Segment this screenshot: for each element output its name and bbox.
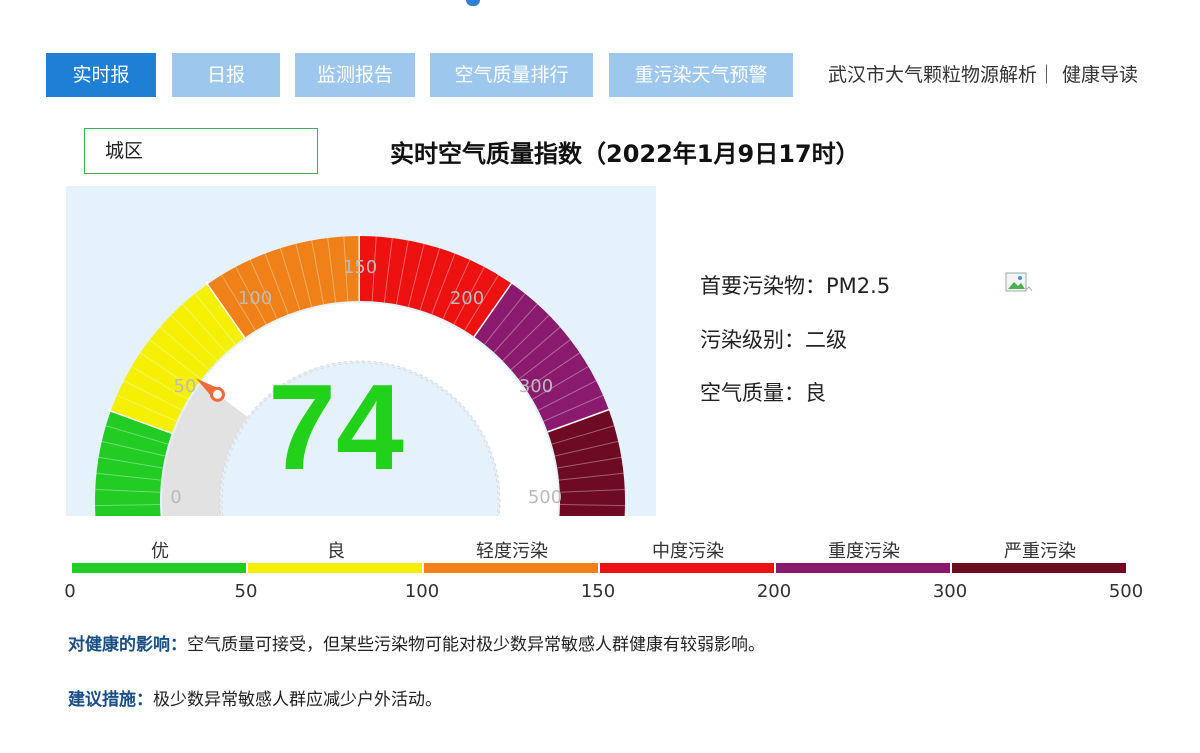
advice-label: 建议措施： — [68, 690, 153, 710]
page-title: 实时空气质量指数（2022年1月9日17时） — [390, 140, 860, 168]
scale-label-heavy: 重度污染 — [828, 541, 900, 562]
gauge-tick-200: 200 — [450, 288, 484, 309]
scale-tick: 100 — [405, 581, 439, 602]
health-impact-text: 空气质量可接受，但某些污染物可能对极少数异常敏感人群健康有较弱影响。 — [187, 635, 765, 655]
scale-tick: 150 — [581, 581, 615, 602]
tab-realtime[interactable]: 实时报 — [46, 53, 156, 97]
scale-label-medium: 中度污染 — [652, 541, 724, 562]
gauge-tick-300: 300 — [519, 376, 553, 397]
tab-air-quality-ranking[interactable]: 空气质量排行 — [430, 53, 593, 97]
scale-bar-severe — [952, 563, 1126, 573]
aqi-value: 74 — [268, 359, 404, 495]
gauge-tick-150: 150 — [343, 257, 377, 278]
scale-bar-heavy — [776, 563, 950, 573]
scale-tick: 50 — [235, 581, 258, 602]
gauge-tick-500: 500 — [528, 487, 562, 508]
location-marker-icon — [466, 0, 480, 6]
tab-pollution-warning[interactable]: 重污染天气预警 — [609, 53, 793, 97]
scale-tick: 200 — [757, 581, 791, 602]
gauge-tick-100: 100 — [238, 288, 272, 309]
region-select[interactable]: 城区 — [84, 128, 318, 174]
tab-monitoring-report[interactable]: 监测报告 — [295, 53, 415, 97]
broken-image-icon — [1005, 272, 1033, 292]
advice-text: 极少数异常敏感人群应减少户外活动。 — [153, 690, 442, 710]
gauge-tick-0: 0 — [170, 487, 181, 508]
top-links[interactable]: 武汉市大气颗粒物源解析｜ 健康导读 — [828, 53, 1200, 97]
scale-bar-medium — [600, 563, 774, 573]
scale-bar-moderate — [248, 563, 422, 573]
advice: 建议措施：极少数异常敏感人群应减少户外活动。 — [68, 685, 442, 710]
air-quality: 空气质量：良 — [700, 381, 826, 405]
scale-bar-light — [424, 563, 598, 573]
gauge-tick-50: 50 — [174, 376, 197, 397]
scale-tick: 500 — [1109, 581, 1143, 602]
scale-label-moderate: 良 — [327, 541, 345, 562]
tab-daily[interactable]: 日报 — [172, 53, 280, 97]
scale-tick: 300 — [933, 581, 967, 602]
aqi-gauge: 0 50 100 150 200 300 500 74 — [95, 233, 625, 516]
health-impact: 对健康的影响：空气质量可接受，但某些污染物可能对极少数异常敏感人群健康有较弱影响… — [68, 630, 765, 655]
scale-label-severe: 严重污染 — [1004, 541, 1076, 562]
scale-tick: 0 — [64, 581, 75, 602]
health-impact-label: 对健康的影响： — [68, 635, 187, 655]
aqi-scale-legend: 优 良 轻度污染 中度污染 重度污染 严重污染 0 50 100 150 200 300 500 — [64, 541, 1143, 602]
gauge-pointer-knob — [209, 386, 225, 402]
scale-label-light: 轻度污染 — [476, 541, 548, 562]
scale-label-good: 优 — [151, 541, 169, 562]
scale-bar-good — [72, 563, 246, 573]
primary-pollutant: 首要污染物：PM2.5 — [700, 274, 891, 298]
pollution-level: 污染级别：二级 — [700, 328, 847, 352]
